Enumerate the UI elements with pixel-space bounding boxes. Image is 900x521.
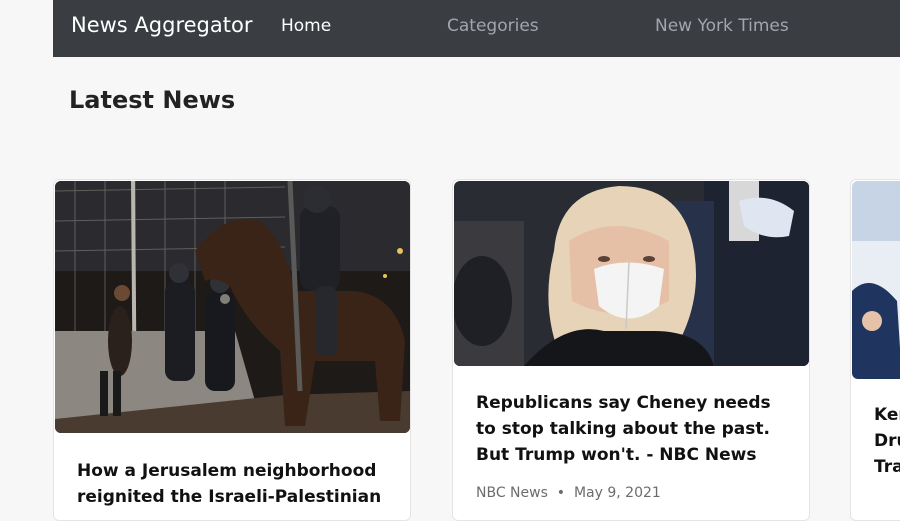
article-card[interactable]: Ker Dru Tra [850, 179, 900, 521]
article-meta: NBC News • May 9, 2021 [476, 485, 661, 501]
brand-title[interactable]: News Aggregator [71, 13, 252, 37]
article-title[interactable]: Ker Dru Tra [874, 402, 900, 480]
nav-link-categories[interactable]: Categories [447, 16, 539, 36]
meta-separator: • [552, 485, 570, 501]
article-card[interactable]: How a Jerusalem neighborhood reignited t… [53, 179, 411, 521]
article-title[interactable]: Republicans say Cheney needs to stop tal… [476, 390, 794, 468]
page-title: Latest News [69, 86, 236, 114]
article-card[interactable]: Republicans say Cheney needs to stop tal… [452, 179, 810, 521]
nav-link-home[interactable]: Home [281, 16, 331, 36]
article-date: May 9, 2021 [573, 485, 661, 501]
article-image[interactable] [55, 181, 410, 433]
article-image[interactable] [454, 181, 809, 366]
article-image[interactable] [852, 181, 900, 379]
nav-link-new-york-times[interactable]: New York Times [655, 16, 789, 36]
article-source: NBC News [476, 485, 548, 501]
top-navbar: News Aggregator Home Categories New York… [53, 0, 900, 57]
article-title[interactable]: How a Jerusalem neighborhood reignited t… [77, 458, 392, 510]
